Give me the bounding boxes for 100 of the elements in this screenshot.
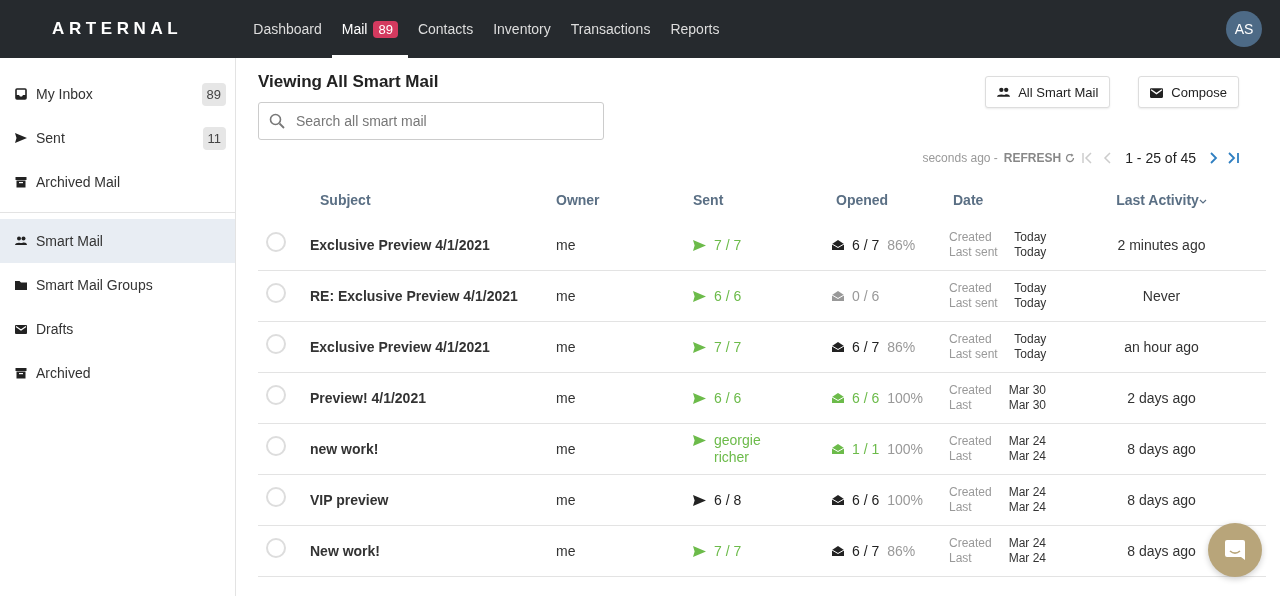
open-rate: 100% [887, 492, 924, 508]
date-value: Today [1014, 281, 1048, 296]
page-title: Viewing All Smart Mail [258, 72, 440, 92]
date-value: Mar 30 [1008, 398, 1048, 413]
sidebar-label: My Inbox [36, 86, 93, 102]
sidebar-item[interactable]: My Inbox 89 [0, 72, 235, 116]
sort-caret-icon [1198, 199, 1207, 205]
date-label: Last [949, 449, 973, 464]
owner-text: me [556, 390, 576, 406]
mail-subject[interactable]: Preview! 4/1/2021 [310, 390, 426, 406]
column-header[interactable]: Sent [693, 192, 724, 208]
people-icon [15, 235, 27, 247]
nav-tab[interactable]: Dashboard [243, 0, 332, 58]
sent-count: 6 / 8 [714, 491, 742, 509]
sidebar-label: Smart Mail [36, 233, 103, 249]
row-select-radio[interactable] [266, 436, 286, 456]
sidebar-item[interactable]: Archived Mail [0, 160, 235, 204]
date-value: Mar 24 [1008, 500, 1048, 515]
date-label: Created [949, 434, 993, 449]
archive-box-icon [15, 367, 27, 379]
sidebar-label: Smart Mail Groups [36, 277, 153, 293]
last-activity: 2 days ago [1127, 390, 1196, 406]
owner-text: me [556, 441, 576, 457]
user-avatar[interactable]: AS [1226, 11, 1262, 47]
send-icon [15, 132, 27, 144]
open-rate: 100% [887, 390, 924, 406]
sent-count: 7 / 7 [714, 338, 742, 356]
sent-count: 6 / 6 [714, 287, 742, 305]
sidebar-item[interactable]: Sent 11 [0, 116, 235, 160]
date-label: Created [949, 281, 993, 296]
date-value: Mar 24 [1008, 551, 1048, 566]
nav-tab[interactable]: Transactions [560, 0, 661, 58]
open-rate: 86% [887, 237, 916, 253]
mail-subject[interactable]: VIP preview [310, 492, 389, 508]
toolbar-button[interactable]: Compose [1138, 76, 1239, 108]
date-value: Mar 30 [1008, 383, 1048, 398]
owner-text: me [556, 543, 576, 559]
sidebar-label: Drafts [36, 321, 74, 337]
refresh-link[interactable]: REFRESH [1003, 151, 1076, 165]
refresh-icon [1065, 153, 1076, 163]
open-rate: 86% [887, 339, 916, 355]
owner-text: me [556, 237, 576, 253]
last-activity: 8 days ago [1127, 492, 1196, 508]
mail-subject[interactable]: new work! [310, 441, 379, 457]
sidebar-item[interactable]: Archived [0, 351, 235, 395]
open-envelope-icon [832, 443, 844, 455]
nav-tab[interactable]: Contacts [407, 0, 484, 58]
row-select-radio[interactable] [266, 487, 286, 507]
open-envelope-icon [832, 494, 844, 506]
column-header[interactable]: Owner [556, 192, 600, 208]
send-icon [693, 340, 706, 354]
opened-count: 6 / 7 [852, 237, 880, 253]
owner-text: me [556, 288, 576, 304]
last-activity: 8 days ago [1127, 543, 1196, 559]
inbox-icon [15, 88, 27, 100]
chat-button[interactable] [1208, 523, 1262, 577]
last-activity: 2 minutes ago [1117, 237, 1206, 253]
envelope-icon [1150, 85, 1164, 99]
date-label: Created [949, 485, 993, 500]
mail-subject[interactable]: Exclusive Preview 4/1/2021 [310, 237, 490, 253]
folder-icon [15, 279, 27, 291]
row-select-radio[interactable] [266, 334, 286, 354]
sidebar-item[interactable]: Smart Mail Groups [0, 263, 235, 307]
sidebar-item[interactable]: Drafts [0, 307, 235, 351]
last-page-icon[interactable] [1226, 151, 1240, 165]
date-label: Last [949, 551, 973, 566]
sidebar-label: Sent [36, 130, 65, 146]
nav-tab[interactable]: Reports [660, 0, 730, 58]
toolbar-button[interactable]: All Smart Mail [985, 76, 1111, 108]
sent-count: georgie richer [714, 432, 762, 466]
nav-tab[interactable]: Mail 89 [331, 0, 408, 58]
row-select-radio[interactable] [266, 538, 286, 558]
logo: ARTERNAL [52, 19, 183, 39]
mail-subject[interactable]: RE: Exclusive Preview 4/1/2021 [310, 288, 518, 304]
last-activity: 8 days ago [1127, 441, 1196, 457]
row-select-radio[interactable] [266, 385, 286, 405]
row-select-radio[interactable] [266, 232, 286, 252]
search-field[interactable]: Search all smart mail [258, 102, 604, 140]
row-select-radio[interactable] [266, 283, 286, 303]
sent-count: 7 / 7 [714, 542, 742, 560]
column-header[interactable]: Subject [320, 192, 371, 208]
sidebar-item[interactable]: Smart Mail [0, 219, 235, 263]
mail-subject[interactable]: Exclusive Preview 4/1/2021 [310, 339, 490, 355]
date-value: Mar 24 [1008, 485, 1048, 500]
send-icon [693, 493, 706, 507]
column-header[interactable]: Date [953, 192, 984, 208]
people-icon [997, 85, 1011, 99]
date-label: Last [949, 500, 973, 515]
date-label: Last sent [949, 347, 999, 362]
column-header[interactable]: Opened [836, 192, 889, 208]
date-value: Mar 24 [1008, 449, 1048, 464]
last-activity: an hour ago [1124, 339, 1199, 355]
date-value: Mar 24 [1008, 434, 1048, 449]
nav-tab[interactable]: Inventory [483, 0, 561, 58]
date-value: Today [1014, 245, 1048, 260]
opened-count: 6 / 6 [852, 390, 880, 406]
owner-text: me [556, 492, 576, 508]
opened-count: 6 / 7 [852, 339, 880, 355]
column-header[interactable]: Last Activity [1116, 192, 1199, 208]
mail-subject[interactable]: New work! [310, 543, 380, 559]
